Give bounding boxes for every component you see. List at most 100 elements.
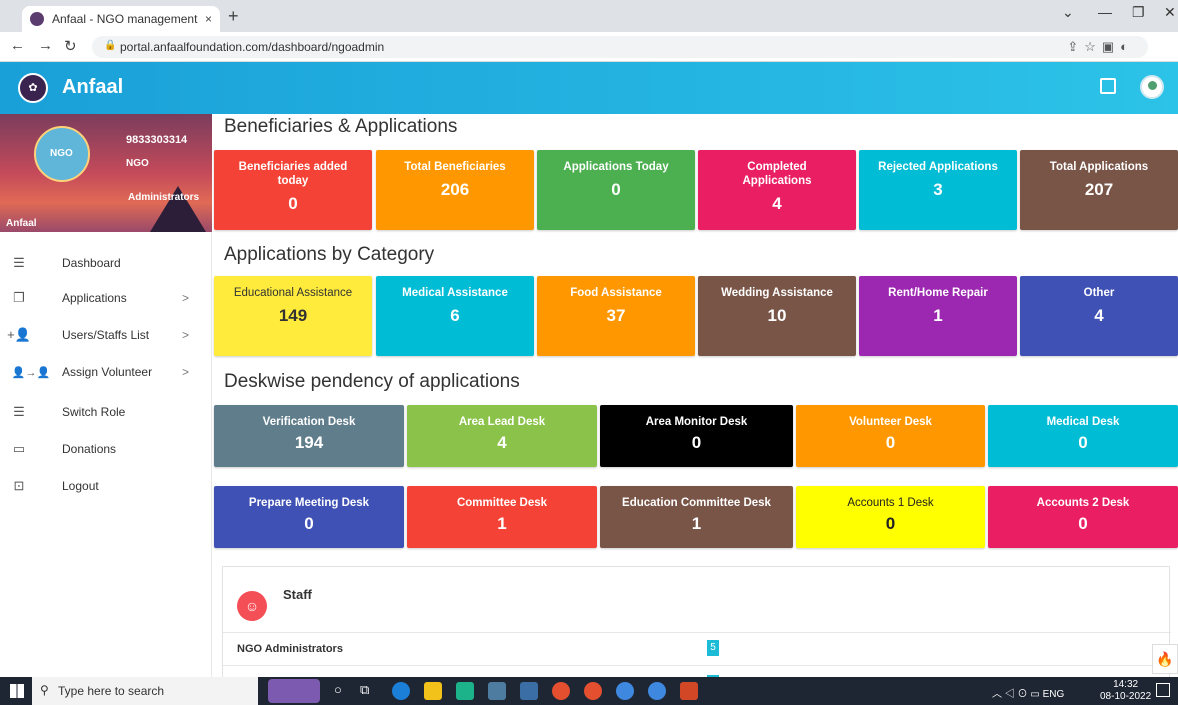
back-icon[interactable]: ←: [10, 37, 25, 54]
cortana-icon[interactable]: ○: [334, 682, 352, 700]
file-explorer-icon[interactable]: [424, 682, 442, 700]
category-card-rent-repair[interactable]: Rent/Home Repair 1: [859, 276, 1017, 356]
profile-avatar: [34, 126, 90, 182]
system-tray[interactable]: ︿ ◁ ⊙ ▭ ENG: [992, 685, 1064, 700]
taskbar-search-placeholder: Type here to search: [58, 684, 165, 698]
stat-card-completed-applications[interactable]: Completed Applications 4: [698, 150, 856, 230]
user-icon: ☺: [237, 591, 267, 621]
card-label: Rejected Applications: [878, 161, 998, 173]
section-title-desk: Deskwise pendency of applications: [224, 371, 520, 392]
clock[interactable]: 14:32 08-10-2022: [1100, 679, 1151, 703]
sidebar-item-assign-volunteer[interactable]: 👤→👤 Assign Volunteer >: [0, 357, 212, 387]
sidebar-item-label: Switch Role: [62, 405, 126, 419]
desk-card-accounts-1[interactable]: Accounts 1 Desk 0: [796, 486, 985, 548]
task-view-icon[interactable]: ⧉: [360, 682, 378, 700]
app-icon[interactable]: [520, 682, 538, 700]
desk-card-prepare-meeting[interactable]: Prepare Meeting Desk 0: [214, 486, 404, 548]
forward-icon[interactable]: →: [38, 37, 53, 54]
card-value: 6: [450, 306, 460, 325]
address-bar: ← → ↻ 🔒 portal.anfaalfoundation.com/dash…: [0, 32, 1178, 62]
sidebar-item-dashboard[interactable]: ☰ Dashboard: [0, 248, 212, 278]
reload-icon[interactable]: ↻: [64, 37, 77, 55]
notification-icon[interactable]: [1156, 683, 1170, 697]
browser-tab-bar: Anfaal - NGO management × + ⌄ — ❐ ✕: [0, 0, 1178, 32]
desk-card-verification[interactable]: Verification Desk 194: [214, 405, 404, 467]
section-title-beneficiaries: Beneficiaries & Applications: [224, 116, 458, 137]
category-card-wedding[interactable]: Wedding Assistance 10: [698, 276, 856, 356]
stat-card-total-applications[interactable]: Total Applications 207: [1020, 150, 1178, 230]
card-label: Medical Assistance: [402, 287, 508, 299]
category-card-medical[interactable]: Medical Assistance 6: [376, 276, 534, 356]
sidebar-item-switch-role[interactable]: ☰ Switch Role: [0, 397, 212, 427]
lock-icon: ⊡: [13, 478, 25, 493]
desk-card-committee[interactable]: Committee Desk 1: [407, 486, 597, 548]
card-label: Accounts 1 Desk: [847, 497, 934, 509]
divider: [223, 665, 1171, 666]
sidebar-item-logout[interactable]: ⊡ Logout: [0, 471, 212, 501]
fire-icon[interactable]: 🔥: [1152, 644, 1178, 674]
taskbar: ⚲ Type here to search ○ ⧉ ︿ ◁ ⊙ ▭ ENG 14…: [0, 677, 1178, 705]
app-header: ✿ Anfaal: [0, 62, 1178, 114]
card-value: 149: [278, 306, 308, 325]
close-window-icon[interactable]: ✕: [1164, 4, 1176, 21]
card-label: Rent/Home Repair: [888, 287, 988, 299]
language-indicator: ENG: [1042, 689, 1065, 700]
card-label: Completed Applications: [742, 161, 812, 187]
stat-card-applications-today[interactable]: Applications Today 0: [537, 150, 695, 230]
chrome-icon[interactable]: [552, 682, 570, 700]
browser-tab[interactable]: Anfaal - NGO management ×: [22, 6, 220, 32]
card-value: 3: [933, 180, 943, 199]
card-value: 37: [606, 306, 626, 325]
fullscreen-icon[interactable]: [1100, 78, 1116, 94]
desk-card-area-lead[interactable]: Area Lead Desk 4: [407, 405, 597, 467]
tab-search-icon[interactable]: ⌄: [1062, 4, 1074, 21]
browser-action-icons[interactable]: ⇪☆▣◐: [1067, 39, 1134, 55]
new-tab-button[interactable]: +: [228, 6, 239, 26]
lock-icon: 🔒: [104, 40, 117, 51]
card-label: Education Committee Desk: [622, 497, 771, 509]
stat-card-total-beneficiaries[interactable]: Total Beneficiaries 206: [376, 150, 534, 230]
card-value: 0: [288, 194, 298, 213]
edge-icon[interactable]: [392, 682, 410, 700]
category-card-educational[interactable]: Educational Assistance 149: [214, 276, 372, 356]
copy-icon: ❐: [13, 290, 25, 305]
desk-card-area-monitor[interactable]: Area Monitor Desk 0: [600, 405, 793, 467]
clock-date: 08-10-2022: [1100, 691, 1152, 702]
list-icon: ☰: [13, 255, 25, 270]
card-value: 0: [304, 514, 314, 533]
sidebar-item-donations[interactable]: ▭ Donations: [0, 434, 212, 464]
card-icon: ▭: [12, 441, 26, 456]
card-label: Committee Desk: [456, 497, 548, 509]
restore-icon[interactable]: ❐: [1132, 4, 1145, 21]
sidebar-item-users[interactable]: +👤 Users/Staffs List >: [0, 320, 212, 350]
desk-card-education-committee[interactable]: Education Committee Desk 1: [600, 486, 793, 548]
staff-count-badge: 5: [707, 640, 719, 656]
user-avatar-icon[interactable]: [1140, 75, 1164, 99]
tab-title: Anfaal - NGO management: [52, 12, 198, 26]
desk-card-volunteer[interactable]: Volunteer Desk 0: [796, 405, 985, 467]
taskbar-search[interactable]: ⚲ Type here to search: [32, 677, 258, 705]
app-icon[interactable]: [456, 682, 474, 700]
chrome-icon[interactable]: [584, 682, 602, 700]
sidebar-item-applications[interactable]: ❐ Applications >: [0, 283, 212, 313]
desk-card-accounts-2[interactable]: Accounts 2 Desk 0: [988, 486, 1178, 548]
sidebar-item-label: Logout: [62, 479, 99, 493]
stat-card-rejected-applications[interactable]: Rejected Applications 3: [859, 150, 1017, 230]
minimize-icon[interactable]: —: [1098, 4, 1112, 20]
windows-start-icon[interactable]: [10, 684, 24, 698]
card-value: 1: [933, 306, 943, 325]
powerpoint-icon[interactable]: [680, 682, 698, 700]
calculator-icon[interactable]: [488, 682, 506, 700]
url-field[interactable]: 🔒 portal.anfaalfoundation.com/dashboard/…: [92, 36, 1148, 58]
staff-row-label: NGO Administrators: [237, 643, 343, 655]
url-text: portal.anfaalfoundation.com/dashboard/ng…: [120, 40, 385, 54]
category-card-other[interactable]: Other 4: [1020, 276, 1178, 356]
category-card-food[interactable]: Food Assistance 37: [537, 276, 695, 356]
sidebar-item-label: Dashboard: [62, 256, 121, 270]
desk-card-medical[interactable]: Medical Desk 0: [988, 405, 1178, 467]
chrome-icon[interactable]: [648, 682, 666, 700]
chrome-icon[interactable]: [616, 682, 634, 700]
tab-close-button[interactable]: ×: [205, 12, 212, 26]
profile-phone: 9833303314: [126, 134, 188, 146]
stat-card-beneficiaries-today[interactable]: Beneficiaries added today 0: [214, 150, 372, 230]
